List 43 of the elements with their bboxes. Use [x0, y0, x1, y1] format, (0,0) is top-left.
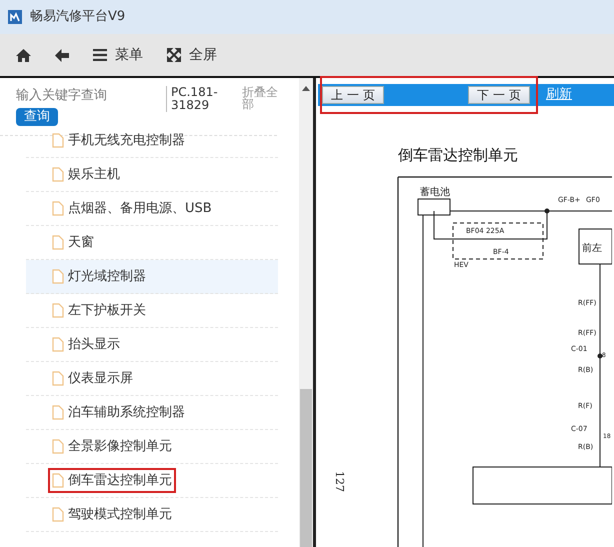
- previous-page-button[interactable]: 上 一 页: [322, 86, 384, 104]
- app-icon: [8, 10, 22, 24]
- window-title: 畅易汽修平台V9: [30, 8, 126, 26]
- document-icon: [52, 133, 64, 148]
- search-button[interactable]: 查询: [16, 108, 58, 126]
- tree-item[interactable]: 抬头显示: [26, 328, 278, 362]
- expand-icon: [167, 48, 181, 62]
- document-icon: [52, 371, 64, 386]
- document-icon: [52, 303, 64, 318]
- document-icon: [52, 201, 64, 216]
- tree-item[interactable]: 全景影像控制单元: [26, 430, 278, 464]
- tree-item[interactable]: 手机无线充电控制器: [26, 124, 278, 158]
- tree-item[interactable]: 灯光域控制器: [26, 260, 278, 294]
- page-number: 127: [333, 471, 346, 492]
- document-icon: [52, 439, 64, 454]
- tree-item[interactable]: 点烟器、备用电源、USB: [26, 192, 278, 226]
- document-icon: [52, 405, 64, 420]
- tree-item[interactable]: 仪表显示屏: [26, 362, 278, 396]
- scrollbar-thumb[interactable]: [300, 389, 312, 547]
- fullscreen-button[interactable]: 全屏: [167, 44, 217, 66]
- tree-item[interactable]: 左下护板开关: [26, 294, 278, 328]
- menu-icon: [93, 49, 107, 61]
- home-icon[interactable]: [16, 48, 31, 62]
- diagram-label: 前左: [582, 243, 602, 254]
- tree-item[interactable]: 泊车辅助系统控制器: [26, 396, 278, 430]
- document-icon: [52, 167, 64, 182]
- scroll-up-icon[interactable]: [302, 86, 310, 91]
- tree-item[interactable]: 娱乐主机: [26, 158, 278, 192]
- document-code: PC.181-31829: [166, 86, 232, 112]
- document-icon: [52, 507, 64, 522]
- document-icon: [52, 337, 64, 352]
- document-icon: [52, 269, 64, 284]
- next-page-button[interactable]: 下 一 页: [468, 86, 530, 104]
- refresh-link[interactable]: 刷新: [546, 85, 572, 105]
- back-arrow-icon[interactable]: [55, 48, 69, 62]
- tree-item[interactable]: 驾驶模式控制单元: [26, 498, 278, 532]
- tree-item[interactable]: 倒车雷达控制单元: [26, 464, 278, 498]
- scrollbar[interactable]: [299, 78, 313, 547]
- menu-button[interactable]: 菜单: [93, 44, 143, 66]
- document-icon: [52, 473, 64, 488]
- diagram-label: 蓄电池: [420, 187, 450, 198]
- document-icon: [52, 235, 64, 250]
- diagram-title: 倒车雷达控制单元: [398, 145, 519, 166]
